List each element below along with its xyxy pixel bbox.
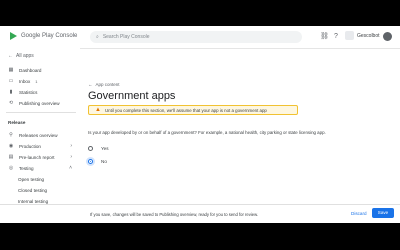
sidebar-item-label: Testing <box>19 165 34 171</box>
sidebar-item-label: Pre-launch report <box>19 154 55 160</box>
inbox-icon: ▭ <box>8 78 14 84</box>
sidebar-item-label: Production <box>19 143 41 149</box>
inbox-badge: 1 <box>35 78 38 84</box>
sidebar-item-label: Publishing overview <box>19 100 60 106</box>
sidebar-item-dashboard[interactable]: ▦ Dashboard <box>0 65 80 75</box>
sidebar-item-statistics[interactable]: ▮ Statistics <box>0 87 80 97</box>
sidebar-item-label: Open testing <box>18 176 45 182</box>
breadcrumb-label: App content <box>95 82 120 87</box>
account-switcher[interactable]: Gescolbot <box>345 31 380 40</box>
production-icon: ◉ <box>8 143 14 149</box>
account-name: Gescolbot <box>357 32 380 39</box>
sidebar-item-inbox[interactable]: ▭ Inbox 1 <box>0 76 80 86</box>
sidebar-item-label: Inbox <box>19 78 31 84</box>
account-icon <box>345 31 354 40</box>
radio-button[interactable] <box>88 146 93 151</box>
publish-icon: ⟲ <box>8 100 14 106</box>
grid-icon: ▦ <box>8 67 14 73</box>
all-apps-link[interactable]: ← All apps <box>8 53 34 59</box>
option-yes[interactable]: Yes <box>88 146 109 151</box>
help-icon[interactable]: ? <box>332 33 340 41</box>
notice-banner: ▲ Until you complete this section, we'll… <box>88 105 298 115</box>
question-text: Is your app developed by or on behalf of… <box>88 130 326 135</box>
sidebar-item-pre-launch-report[interactable]: ▤ Pre-launch report › <box>0 152 80 162</box>
sidebar-item-label: Statistics <box>19 89 38 95</box>
breadcrumb[interactable]: ← App content <box>88 82 120 87</box>
chevron-up-icon: ˄ <box>69 165 72 171</box>
sidebar: ← All apps ▦ Dashboard ▭ Inbox 1 ▮ Stati… <box>0 48 80 222</box>
sidebar-item-closed-testing[interactable]: Closed testing <box>0 185 80 195</box>
chevron-right-icon: › <box>70 154 72 160</box>
sidebar-item-publishing-overview[interactable]: ⟲ Publishing overview <box>0 98 80 108</box>
save-button[interactable]: Save <box>372 208 394 218</box>
sidebar-item-testing[interactable]: ◎ Testing ˄ <box>0 163 80 173</box>
option-label: No <box>101 159 107 164</box>
back-arrow-icon: ← <box>88 82 93 87</box>
sidebar-item-open-testing[interactable]: Open testing <box>0 174 80 184</box>
all-apps-label: All apps <box>16 53 34 59</box>
play-logo-icon <box>10 32 17 40</box>
sidebar-item-label: Releases overview <box>19 132 58 138</box>
sidebar-divider <box>6 112 76 113</box>
discard-button[interactable]: Discard <box>351 211 367 216</box>
bar-chart-icon: ▮ <box>9 89 13 95</box>
brand-name: Google Play Console <box>21 33 78 39</box>
page-title: Government apps <box>88 90 176 102</box>
sidebar-item-label: Closed testing <box>18 187 48 193</box>
brand-logo[interactable]: Google Play Console <box>10 32 77 40</box>
search-icon: ⌕ <box>96 34 99 40</box>
warning-icon: ▲ <box>95 107 101 113</box>
option-label: Yes <box>101 146 109 151</box>
radio-button-selected[interactable] <box>88 159 93 164</box>
play-console-window: Google Play Console ⌕ Search Play Consol… <box>0 26 400 223</box>
sidebar-item-production[interactable]: ◉ Production › <box>0 141 80 151</box>
link-icon[interactable]: ⛓ <box>320 33 329 41</box>
avatar[interactable] <box>383 32 392 41</box>
report-icon: ▤ <box>8 154 14 160</box>
top-bar: Google Play Console ⌕ Search Play Consol… <box>0 26 400 49</box>
save-bar: If you save, changes will be saved to Pu… <box>0 204 400 223</box>
rocket-icon: ⚲ <box>9 132 13 138</box>
search-input[interactable]: ⌕ Search Play Console <box>90 31 302 43</box>
notice-text: Until you complete this section, we'll a… <box>104 107 267 113</box>
option-no[interactable]: No <box>88 159 107 164</box>
release-heading: Release <box>8 120 26 125</box>
save-bar-message: If you save, changes will be saved to Pu… <box>90 212 259 217</box>
back-arrow-icon: ← <box>8 53 13 59</box>
sidebar-item-releases-overview[interactable]: ⚲ Releases overview <box>0 130 80 140</box>
chevron-right-icon: › <box>70 143 72 149</box>
main-content: ← App content Government apps ▲ Until yo… <box>88 48 400 222</box>
sidebar-item-label: Internal testing <box>18 198 49 204</box>
search-placeholder: Search Play Console <box>102 34 150 40</box>
sidebar-item-label: Dashboard <box>19 67 42 73</box>
testing-icon: ◎ <box>8 165 14 171</box>
